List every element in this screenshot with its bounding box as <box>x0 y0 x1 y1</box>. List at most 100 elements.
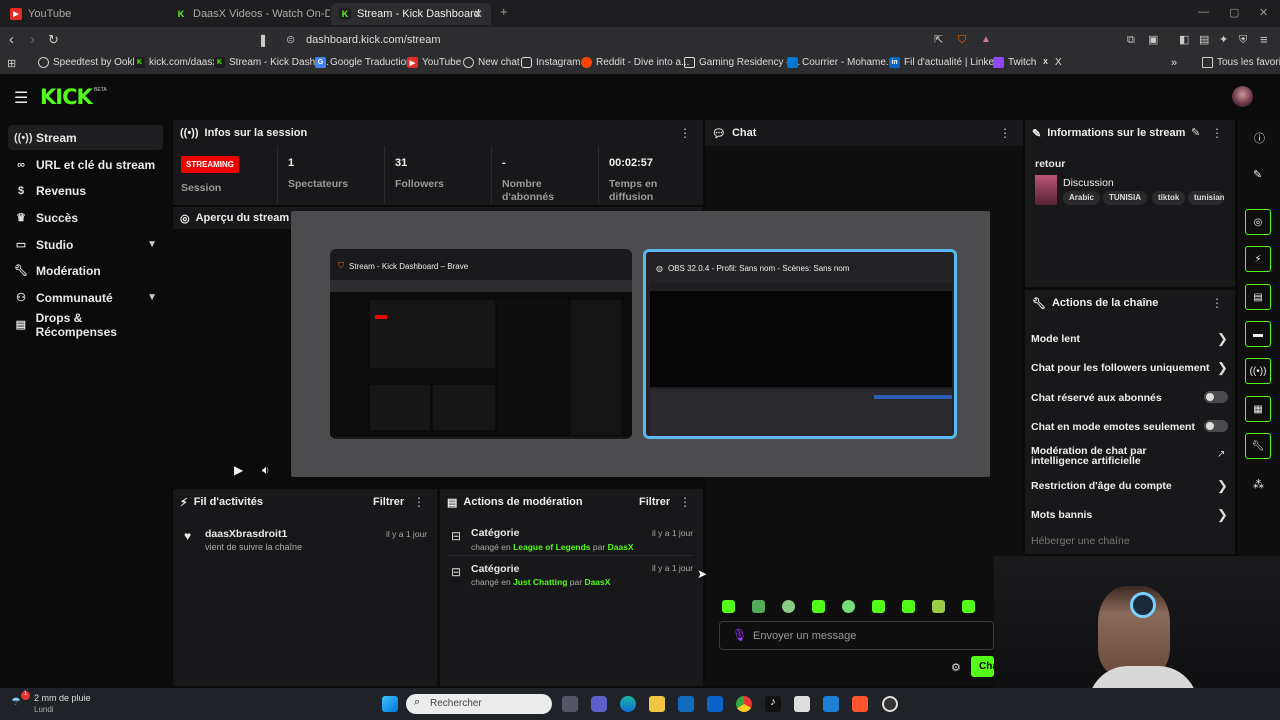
layout-icon[interactable]: ▦ <box>1245 396 1271 422</box>
bookmark-item[interactable]: in Fil d'actualité | Linke... <box>889 57 1002 68</box>
vscode-icon[interactable] <box>823 696 839 712</box>
more-options-icon[interactable]: ⋮ <box>679 126 691 140</box>
emote[interactable] <box>782 600 795 613</box>
external-link-icon[interactable]: ↗ <box>1217 449 1225 460</box>
edit-icon[interactable]: ✎ <box>1191 126 1200 139</box>
emote[interactable] <box>962 600 975 613</box>
followers-only-item[interactable]: Chat pour les followers uniquement <box>1031 362 1210 374</box>
minimize-button[interactable]: — <box>1198 6 1209 18</box>
slow-mode-item[interactable]: Mode lent <box>1031 333 1080 345</box>
windows-start-icon[interactable] <box>382 696 398 712</box>
avatar[interactable] <box>1232 86 1253 107</box>
wallet-icon[interactable]: ▤ <box>1199 31 1209 49</box>
teams-icon[interactable] <box>591 696 607 712</box>
url-field[interactable]: ⊜ dashboard.kick.com/stream <box>276 30 956 50</box>
maximize-button[interactable]: ▢ <box>1229 6 1239 19</box>
play-icon[interactable]: ▶ <box>234 463 243 477</box>
send-chat-button[interactable]: Cha <box>971 656 994 677</box>
filter-button[interactable]: Filtrer <box>639 496 670 508</box>
sidebar-toggle-icon[interactable]: ◧ <box>1179 31 1189 49</box>
subscribers-only-toggle[interactable] <box>1204 391 1228 403</box>
obs-icon[interactable] <box>882 696 898 712</box>
switcher-window-obs[interactable]: ◍ OBS 32.0.4 - Profil: Sans nom - Scènes:… <box>643 249 957 439</box>
kick-logo[interactable]: KICK <box>40 85 93 109</box>
tab-stream-dashboard[interactable]: K Stream - Kick Dashboard ✕ <box>331 3 491 25</box>
more-options-icon[interactable]: ⋮ <box>1211 126 1223 140</box>
tiktok-icon[interactable]: ♪ <box>765 696 781 712</box>
brave-rewards-icon[interactable]: ▲ <box>981 31 991 49</box>
chevron-right-icon[interactable]: ❯ <box>1217 331 1228 347</box>
more-options-icon[interactable]: ⋮ <box>413 495 425 509</box>
emote-only-toggle[interactable] <box>1204 420 1228 432</box>
weather-text[interactable]: 2 mm de pluie <box>34 693 91 703</box>
apps-grid-icon[interactable]: ⊞ <box>7 55 16 73</box>
tab-daasx-videos[interactable]: K DaasX Videos - Watch On-Demand o <box>167 3 330 25</box>
info-icon[interactable]: ⓘ <box>1254 130 1265 146</box>
bookmark-item[interactable]: Speedtest by Ookla <box>38 57 140 68</box>
more-options-icon[interactable]: ⋮ <box>1211 296 1223 310</box>
taskbar-search[interactable]: ⌕ Rechercher <box>406 694 552 714</box>
task-view-icon[interactable] <box>562 696 578 712</box>
emote[interactable] <box>812 600 825 613</box>
close-tab-icon[interactable]: ✕ <box>473 7 483 21</box>
edge-icon[interactable] <box>620 696 636 712</box>
filter-button[interactable]: Filtrer <box>373 496 404 508</box>
bookmark-item[interactable]: Kkick.com/daasx <box>134 57 217 68</box>
emote[interactable] <box>872 600 885 613</box>
store-icon[interactable] <box>678 696 694 712</box>
brave-icon[interactable] <box>852 696 868 712</box>
chat-input[interactable]: 🎙︎ Envoyer un message <box>719 621 994 650</box>
emote[interactable] <box>932 600 945 613</box>
document-icon[interactable]: ▤ <box>1245 284 1271 310</box>
emote[interactable] <box>752 600 765 613</box>
target-icon[interactable]: ◎ <box>1245 209 1271 235</box>
sidebar-item-communaute[interactable]: ⚇ Communauté ▼ <box>8 285 163 310</box>
sidebar-item-revenus[interactable]: $ Revenus <box>8 178 163 203</box>
new-tab-button[interactable]: + <box>500 4 508 19</box>
brave-shield-icon[interactable]: ⛉ <box>958 31 966 49</box>
chevron-right-icon[interactable]: ❯ <box>1217 478 1228 494</box>
close-window-button[interactable]: ✕ <box>1259 6 1268 19</box>
emote[interactable] <box>842 600 855 613</box>
bookmark-item[interactable]: New chat <box>463 57 520 68</box>
volume-icon[interactable]: 🔉︎ <box>262 463 270 478</box>
sidebar-item-studio[interactable]: ▭ Studio ▼ <box>8 232 163 257</box>
chat-settings-icon[interactable]: ⚙ <box>951 661 961 674</box>
sidebar-item-drops[interactable]: ▤ Drops & Récompenses <box>8 311 163 339</box>
bookmark-item[interactable]: Gaming Residency –... <box>684 57 800 68</box>
extensions-icon[interactable]: ⧉ <box>1127 31 1135 49</box>
sidebar-item-moderation[interactable]: 🔧︎ Modération <box>8 258 163 283</box>
bookmark-item[interactable]: K Stream - Kick Dashb... <box>214 57 329 68</box>
file-explorer-icon[interactable] <box>649 696 665 712</box>
wrench-icon[interactable]: 🔧︎ <box>1245 433 1271 459</box>
chat-icon[interactable]: ▬ <box>1245 321 1271 347</box>
bookmark-item[interactable]: Reddit - Dive into a... <box>581 57 689 68</box>
share-icon[interactable]: ⇱ <box>934 31 943 49</box>
emote[interactable] <box>902 600 915 613</box>
outlook-icon[interactable] <box>707 696 723 712</box>
chevron-right-icon[interactable]: ❯ <box>1217 507 1228 523</box>
more-options-icon[interactable]: ⋮ <box>999 126 1011 140</box>
chevron-right-icon[interactable]: ❯ <box>1217 360 1228 376</box>
forward-icon[interactable]: › <box>30 31 35 49</box>
switcher-window-brave[interactable]: ⛉ Stream - Kick Dashboard – Brave <box>330 249 632 439</box>
site-info-icon[interactable]: ⊜ <box>286 30 295 50</box>
bookmark-item[interactable]: G Google Traduction <box>315 57 412 68</box>
more-options-icon[interactable]: ⋮ <box>679 495 691 509</box>
bookmark-item[interactable]: XX <box>1040 57 1062 68</box>
menu-icon[interactable]: ≡ <box>1260 31 1268 49</box>
hamburger-menu-icon[interactable]: ☰ <box>14 88 28 108</box>
tab-search-icon[interactable]: ▣ <box>1148 31 1158 49</box>
bookmark-item[interactable]: ▶ YouTube <box>407 57 461 68</box>
bookmark-item[interactable]: Instagram <box>521 57 580 68</box>
chrome-icon[interactable] <box>736 696 752 712</box>
tab-youtube[interactable]: ▶ YouTube <box>2 3 167 25</box>
leo-ai-icon[interactable]: ✦ <box>1219 31 1228 49</box>
edit-icon[interactable]: ✎ <box>1253 168 1262 181</box>
back-icon[interactable]: ‹ <box>9 31 14 49</box>
banned-words-item[interactable]: Mots bannis <box>1031 509 1092 521</box>
sidebar-item-succes[interactable]: ♛ Succès <box>8 205 163 230</box>
apps-icon[interactable]: ⁂ <box>1253 478 1264 491</box>
bookmark-icon[interactable]: ❚ <box>258 31 268 49</box>
bookmark-item[interactable]: Courrier - Mohame... <box>787 57 894 68</box>
